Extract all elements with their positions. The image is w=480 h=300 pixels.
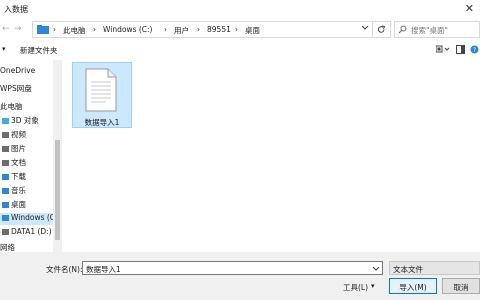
sidebar-item-desktop[interactable]: 桌面 [2, 199, 26, 211]
filename-input[interactable]: 数据导入1 [82, 261, 383, 275]
desktop-icon [2, 202, 9, 208]
chevron-down-icon[interactable] [372, 264, 380, 274]
toolbar: ▾ 新建文件夹 ? [0, 42, 480, 58]
breadcrumb-desktop[interactable]: 桌面 [245, 25, 260, 36]
chevron-down-icon[interactable] [361, 23, 369, 33]
forward-arrow-icon[interactable]: → [14, 24, 22, 34]
sidebar-item-label: 网络 [0, 243, 15, 252]
music-icon [2, 188, 9, 194]
search-icon [398, 25, 407, 36]
chevron-down-icon: ▾ [371, 282, 375, 290]
organize-button[interactable]: ▾ [2, 45, 6, 53]
search-input[interactable]: 搜索"桌面" [394, 21, 480, 38]
import-button[interactable]: 导入(M) [389, 278, 437, 294]
breadcrumb-users[interactable]: 用户 [174, 25, 189, 36]
preview-pane-icon[interactable] [456, 45, 465, 56]
address-bar[interactable]: › 此电脑 › Windows (C:) › 用户 › 89551 › 桌面 [32, 21, 373, 38]
sidebar-item-label: 视频 [11, 130, 26, 139]
sidebar-item-label: 3D 对象 [11, 116, 39, 125]
sidebar-item-3d-objects[interactable]: 3D 对象 [2, 115, 39, 127]
filetype-value: 文本文件 [393, 265, 423, 274]
sidebar-item-label: 文档 [11, 158, 26, 167]
sidebar-item-drive-d[interactable]: DATA1 (D:) [2, 227, 52, 239]
window-title: 入数据 [4, 5, 28, 14]
breadcrumb-this-pc[interactable]: 此电脑 [63, 25, 86, 36]
sidebar-item-label: WPS网盘 [0, 84, 32, 93]
sidebar-item-documents[interactable]: 文档 [2, 157, 26, 169]
breadcrumb-user-folder[interactable]: 89551 [207, 25, 231, 34]
view-options-icon[interactable] [435, 45, 450, 56]
sidebar-item-music[interactable]: 音乐 [2, 185, 26, 197]
title-bar: 入数据 ✕ [0, 0, 480, 18]
sidebar-item-drive-c[interactable]: Windows (C:) [0, 213, 60, 225]
picture-icon [2, 146, 9, 152]
back-arrow-icon[interactable]: ← [2, 24, 10, 34]
new-folder-button[interactable]: 新建文件夹 [20, 45, 58, 56]
breadcrumb-sep: › [164, 25, 167, 34]
breadcrumb-sep: › [235, 25, 238, 34]
drive-icon [2, 215, 9, 221]
filetype-select[interactable]: 文本文件 [389, 261, 480, 275]
cancel-button[interactable]: 取消 [442, 278, 480, 294]
drive-icon [2, 229, 9, 235]
sidebar-item-label: 图片 [11, 144, 26, 153]
sidebar-item-this-pc[interactable]: 此电脑 [0, 101, 23, 113]
cube-icon [2, 118, 9, 124]
filename-label: 文件名(N): [46, 265, 83, 274]
text-file-icon [84, 68, 118, 112]
sidebar-item-label: 下载 [11, 172, 26, 181]
sidebar-item-label: 音乐 [11, 186, 26, 195]
download-icon [2, 174, 9, 180]
breadcrumb-sep: › [53, 25, 56, 34]
breadcrumb-drive-c[interactable]: Windows (C:) [103, 25, 152, 34]
filename-value: 数据导入1 [86, 265, 121, 274]
sidebar-item-wps[interactable]: WPS网盘 [0, 83, 32, 95]
sidebar-item-downloads[interactable]: 下载 [2, 171, 26, 183]
tools-label: 工具(L) [343, 283, 369, 292]
sidebar-item-label: OneDrive [0, 66, 36, 75]
video-icon [2, 132, 9, 138]
sidebar-item-label: 此电脑 [0, 102, 23, 111]
sidebar-item-pictures[interactable]: 图片 [2, 143, 26, 155]
document-icon [2, 160, 9, 166]
search-placeholder: 搜索"桌面" [411, 26, 448, 35]
sidebar-item-label: 桌面 [11, 200, 26, 209]
folder-icon [37, 24, 49, 37]
svg-text:?: ? [473, 47, 476, 54]
cancel-label: 取消 [453, 283, 469, 292]
import-label: 导入(M) [399, 283, 427, 292]
close-icon[interactable]: ✕ [465, 2, 474, 15]
sidebar-item-onedrive[interactable]: OneDrive [0, 66, 35, 78]
help-icon[interactable]: ? [470, 45, 479, 56]
tools-menu-button[interactable]: 工具(L) ▾ [343, 280, 383, 294]
refresh-icon [377, 25, 386, 36]
file-item-name: 数据导入1 [84, 118, 120, 127]
sidebar-item-label: DATA1 (D:) [11, 227, 52, 236]
scrollbar-thumb[interactable] [55, 140, 60, 240]
refresh-button[interactable] [373, 21, 391, 38]
breadcrumb-sep: › [197, 25, 200, 34]
breadcrumb-sep: › [93, 25, 96, 34]
sidebar-item-videos[interactable]: 视频 [2, 129, 26, 141]
